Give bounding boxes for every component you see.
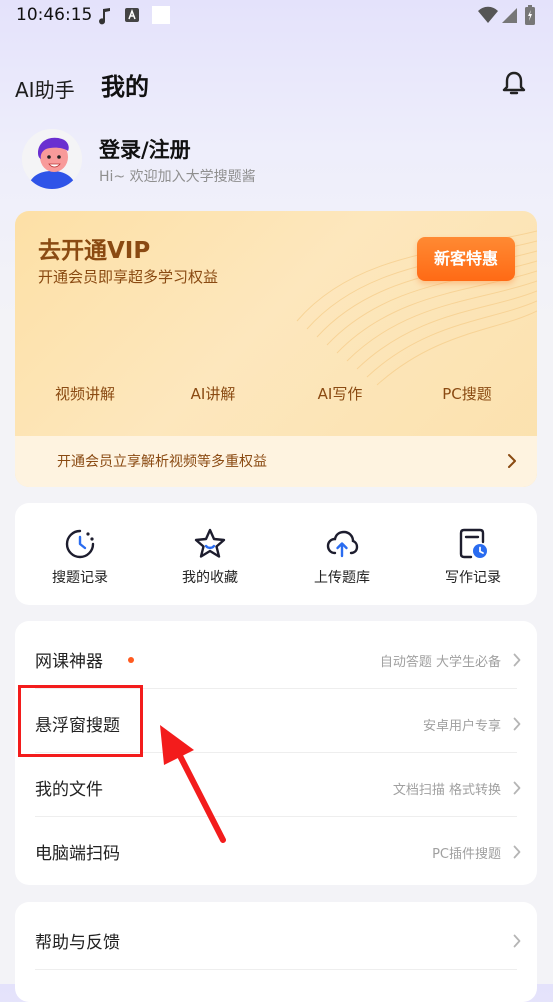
- music-note-icon: [99, 8, 110, 25]
- annotation-highlight-box: [18, 685, 143, 757]
- shortcut-label: 搜题记录: [52, 570, 108, 586]
- menu-item-hint: PC插件搜题: [432, 847, 501, 862]
- shortcut-search-history[interactable]: 搜题记录: [25, 527, 135, 597]
- cloud-upload-icon: [326, 530, 359, 558]
- menu-item-help-feedback[interactable]: 帮助与反馈: [15, 906, 537, 970]
- menu-list-secondary: 帮助与反馈: [15, 902, 537, 1002]
- welcome-subtitle: Hi~ 欢迎加入大学搜题酱: [99, 169, 256, 185]
- avatar-illustration: [22, 129, 82, 189]
- shortcut-label: 上传题库: [314, 570, 370, 586]
- vip-benefits-link[interactable]: 开通会员立享解析视频等多重权益: [15, 436, 537, 487]
- chevron-right-icon: [508, 454, 516, 468]
- avatar[interactable]: [22, 129, 82, 189]
- history-clock-icon: [65, 529, 95, 559]
- chevron-right-icon: [513, 934, 521, 948]
- bell-icon[interactable]: [500, 70, 528, 98]
- menu-item-hint: 自动答题 大学生必备: [379, 655, 501, 670]
- menu-item-label: 帮助与反馈: [35, 933, 120, 953]
- a-badge-icon: [125, 8, 139, 22]
- menu-item-hint: 安卓用户专享: [422, 719, 501, 734]
- menu-item-pc-scan[interactable]: 电脑端扫码 PC插件搜题: [15, 817, 537, 881]
- shortcut-upload-question-bank[interactable]: 上传题库: [287, 527, 397, 597]
- shortcut-grid: 搜题记录 我的收藏 上传题库 写作记录: [15, 503, 537, 605]
- benefit-ai-writing: AI写作: [317, 385, 363, 403]
- vip-title: 去开通VIP: [38, 238, 151, 264]
- menu-item-my-files[interactable]: 我的文件 文档扫描 格式转换: [15, 753, 537, 817]
- profile-section[interactable]: 登录/注册 Hi~ 欢迎加入大学搜题酱: [22, 129, 522, 191]
- menu-item-online-course-tool[interactable]: 网课神器 自动答题 大学生必备: [15, 625, 537, 689]
- chevron-right-icon: [513, 717, 521, 731]
- vip-description: 开通会员即享超多学习权益: [38, 268, 219, 286]
- header: AI助手 我的: [0, 62, 553, 106]
- new-customer-offer-button[interactable]: 新客特惠: [417, 237, 515, 281]
- new-indicator-dot: [128, 657, 134, 663]
- star-icon: [194, 528, 226, 558]
- menu-item-label: 我的文件: [35, 780, 103, 800]
- battery-icon: [525, 5, 535, 25]
- vip-benefits-text: 开通会员立享解析视频等多重权益: [57, 454, 267, 470]
- chevron-right-icon: [513, 845, 521, 859]
- signal-icon: [502, 8, 517, 23]
- shortcut-my-favorites[interactable]: 我的收藏: [155, 527, 265, 597]
- benefit-ai-explain: AI讲解: [190, 385, 236, 403]
- document-clock-icon: [459, 528, 487, 559]
- shortcut-label: 写作记录: [445, 570, 501, 586]
- chevron-right-icon: [513, 781, 521, 795]
- login-register-title[interactable]: 登录/注册: [99, 134, 191, 164]
- benefit-pc-search: PC搜题: [442, 385, 492, 403]
- menu-item-label: 网课神器: [35, 652, 103, 672]
- vip-card[interactable]: 去开通VIP 开通会员即享超多学习权益 新客特惠 视频讲解 AI讲解 AI写作 …: [15, 211, 537, 487]
- menu-item-hint: 文档扫描 格式转换: [392, 783, 501, 798]
- status-time: 10:46:15: [16, 5, 93, 25]
- annotation-arrow-icon: [160, 725, 226, 843]
- status-bar: 10:46:15: [0, 0, 553, 32]
- chevron-right-icon: [513, 653, 521, 667]
- shortcut-label: 我的收藏: [182, 570, 238, 586]
- menu-item-label: 电脑端扫码: [35, 844, 120, 864]
- benefit-video-explain: 视频讲解: [54, 385, 115, 403]
- wifi-icon: [478, 6, 498, 23]
- app-name: AI助手: [15, 78, 75, 102]
- divider: [35, 969, 517, 970]
- page-title: 我的: [101, 73, 149, 101]
- white-square-icon: [152, 6, 170, 24]
- shortcut-writing-history[interactable]: 写作记录: [418, 527, 528, 597]
